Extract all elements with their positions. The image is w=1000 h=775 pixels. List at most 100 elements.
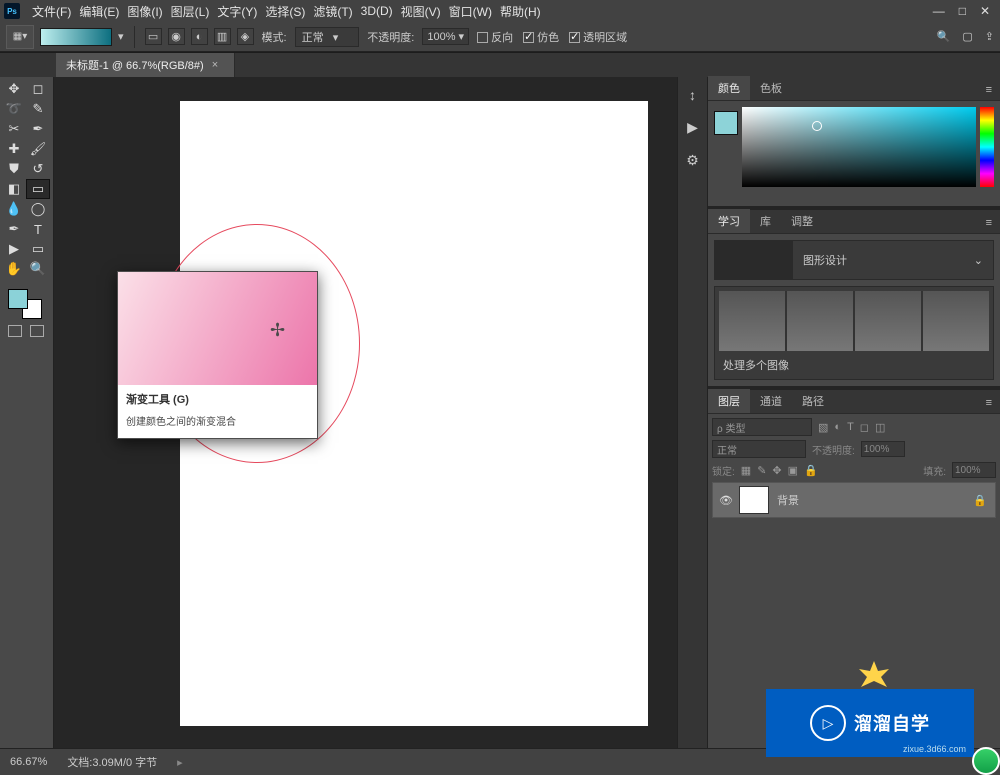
hand-tool[interactable]: ✋ <box>2 259 26 279</box>
eraser-tool[interactable]: ◧ <box>2 179 26 199</box>
tab-layers[interactable]: 图层 <box>708 389 750 413</box>
filter-type-icon[interactable]: T <box>847 421 854 434</box>
document-tab-bar: 未标题-1 @ 66.7%(RGB/8#) × <box>0 52 1000 77</box>
hue-slider[interactable] <box>980 107 994 187</box>
layer-thumbnail[interactable] <box>739 486 769 514</box>
gradient-linear-button[interactable]: ▭ <box>145 28 162 45</box>
panel-menu-icon[interactable]: ≡ <box>978 393 1000 413</box>
panel-menu-icon[interactable]: ≡ <box>978 213 1000 233</box>
eyedropper-tool[interactable]: ✒ <box>26 119 50 139</box>
menu-select[interactable]: 选择(S) <box>261 3 309 20</box>
stamp-tool[interactable]: ⛊ <box>2 159 26 179</box>
screen-mode-icon[interactable] <box>30 325 44 337</box>
canvas-area[interactable]: ✢ 渐变工具 (G) 创建颜色之间的渐变混合 <box>54 77 677 748</box>
gradient-preview[interactable] <box>40 28 112 46</box>
menu-type[interactable]: 文字(Y) <box>213 3 261 20</box>
gradient-diamond-button[interactable]: ◈ <box>237 28 254 45</box>
transparent-checkbox[interactable]: 透明区域 <box>567 29 629 45</box>
filter-shape-icon[interactable]: ◻ <box>860 421 869 434</box>
close-icon[interactable]: ✕ <box>980 4 990 18</box>
tool-preset-icon[interactable]: ▦▾ <box>6 25 34 49</box>
menu-image[interactable]: 图像(I) <box>123 3 166 20</box>
floating-badge[interactable] <box>972 747 1000 775</box>
layer-blend-select[interactable]: 正常 <box>712 440 806 458</box>
tab-libraries[interactable]: 库 <box>750 209 781 233</box>
menu-layer[interactable]: 图层(L) <box>167 3 214 20</box>
layer-opacity-input[interactable]: 100% <box>861 441 905 457</box>
pen-tool[interactable]: ✒ <box>2 219 26 239</box>
lock-pixel-icon[interactable]: ✎ <box>757 464 766 477</box>
opacity-input[interactable]: 100% ▾ <box>422 28 469 45</box>
filter-smart-icon[interactable]: ◫ <box>875 421 885 434</box>
minimize-icon[interactable]: — <box>933 4 945 18</box>
layer-visibility-icon[interactable]: 👁 <box>713 494 739 507</box>
lock-all-icon[interactable]: 🔒 <box>804 464 818 477</box>
panel-menu-icon[interactable]: ≡ <box>978 80 1000 100</box>
search-icon[interactable]: 🔍 <box>937 30 951 43</box>
move-tool[interactable]: ✥ <box>2 79 26 99</box>
saturation-picker[interactable] <box>742 107 976 187</box>
tab-learn[interactable]: 学习 <box>708 209 750 233</box>
gradient-angle-button[interactable]: ◐ <box>191 28 208 45</box>
blur-tool[interactable]: 💧 <box>2 199 26 219</box>
gradient-tool[interactable]: ▭ <box>26 179 50 199</box>
layer-item[interactable]: 👁 背景 🔒 <box>712 482 996 518</box>
menu-help[interactable]: 帮助(H) <box>496 3 545 20</box>
lock-position-icon[interactable]: ✥ <box>772 464 781 477</box>
menu-view[interactable]: 视图(V) <box>397 3 445 20</box>
gradient-radial-button[interactable]: ◉ <box>168 28 185 45</box>
dropdown-icon[interactable]: ▾ <box>118 30 124 43</box>
quick-select-tool[interactable]: ✎ <box>26 99 50 119</box>
marquee-tool[interactable]: ◻ <box>26 79 50 99</box>
zoom-tool[interactable]: 🔍 <box>26 259 50 279</box>
color-panel-fg-swatch[interactable] <box>714 111 738 135</box>
shape-tool[interactable]: ▭ <box>26 239 50 259</box>
path-select-tool[interactable]: ▶ <box>2 239 26 259</box>
fg-color-swatch[interactable] <box>8 289 28 309</box>
history-panel-icon[interactable]: ↕ <box>689 87 696 103</box>
menu-edit[interactable]: 编辑(E) <box>75 3 123 20</box>
share-icon[interactable]: ⇪ <box>985 30 994 43</box>
workspace-icon[interactable]: ▢ <box>962 30 972 43</box>
doc-size[interactable]: 文档:3.09M/0 字节 <box>67 754 157 770</box>
layer-fill-input[interactable]: 100% <box>952 462 996 478</box>
star-decoration <box>853 661 895 689</box>
tab-color[interactable]: 颜色 <box>708 76 750 100</box>
lock-transparent-icon[interactable]: ▦ <box>741 464 751 477</box>
tab-adjustments[interactable]: 调整 <box>781 209 823 233</box>
crop-tool[interactable]: ✂ <box>2 119 26 139</box>
tab-close-icon[interactable]: × <box>212 59 218 71</box>
gradient-reflected-button[interactable]: ▥ <box>214 28 231 45</box>
filter-image-icon[interactable]: ▧ <box>818 421 828 434</box>
menu-window[interactable]: 窗口(W) <box>445 3 496 20</box>
brush-tool[interactable]: 🖌 <box>26 139 50 159</box>
dither-checkbox[interactable]: 仿色 <box>521 29 561 45</box>
dodge-tool[interactable]: ◯ <box>26 199 50 219</box>
layer-fill-label: 填充: <box>923 463 946 478</box>
menu-filter[interactable]: 滤镜(T) <box>309 3 356 20</box>
actions-panel-icon[interactable]: ▶ <box>687 119 698 136</box>
properties-panel-icon[interactable]: ⚙ <box>686 152 699 169</box>
tab-channels[interactable]: 通道 <box>750 389 792 413</box>
tab-paths[interactable]: 路径 <box>792 389 834 413</box>
quick-mask-icon[interactable] <box>8 325 22 337</box>
maximize-icon[interactable]: □ <box>959 4 966 18</box>
healing-tool[interactable]: ✚ <box>2 139 26 159</box>
zoom-level[interactable]: 66.67% <box>10 756 47 768</box>
filter-adjust-icon[interactable]: ◐ <box>834 421 841 434</box>
lock-artboard-icon[interactable]: ▣ <box>788 464 798 477</box>
blend-mode-select[interactable]: 正常 ▾ <box>295 27 360 47</box>
reverse-checkbox[interactable]: 反向 <box>475 29 515 45</box>
learn-category-select[interactable]: 图形设计 ⌄ <box>792 240 994 280</box>
learn-card[interactable]: 处理多个图像 <box>714 286 994 380</box>
layer-filter-select[interactable]: ρ 类型 <box>712 418 812 436</box>
picker-cursor-icon <box>812 121 822 131</box>
menu-file[interactable]: 文件(F) <box>28 3 75 20</box>
document-tab[interactable]: 未标题-1 @ 66.7%(RGB/8#) × <box>56 53 235 77</box>
menu-3d[interactable]: 3D(D) <box>357 4 397 18</box>
color-swatches[interactable] <box>8 289 42 319</box>
lasso-tool[interactable]: ➰ <box>2 99 26 119</box>
type-tool[interactable]: T <box>26 219 50 239</box>
tab-swatches[interactable]: 色板 <box>750 76 792 100</box>
history-brush-tool[interactable]: ↺ <box>26 159 50 179</box>
